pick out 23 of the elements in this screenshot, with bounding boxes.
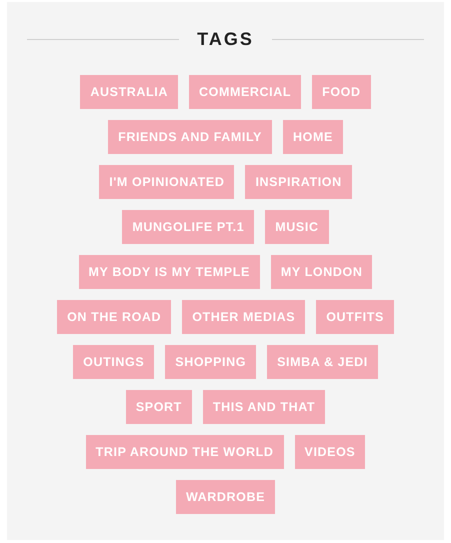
tag-link[interactable]: SIMBA & JEDI [267,345,378,379]
tag-link[interactable]: SHOPPING [165,345,256,379]
tag-link[interactable]: SPORT [126,390,192,424]
tag-link[interactable]: HOME [283,120,343,154]
tag-link[interactable]: WARDROBE [176,480,276,514]
tag-link[interactable]: FRIENDS AND FAMILY [108,120,272,154]
tag-link[interactable]: I'M OPINIONATED [99,165,234,199]
tag-link[interactable]: TRIP AROUND THE WORLD [86,435,284,469]
tag-link[interactable]: OUTFITS [316,300,394,334]
tag-link[interactable]: MY BODY IS MY TEMPLE [78,255,260,289]
tag-link[interactable]: MY LONDON [270,255,372,289]
tag-link[interactable]: FOOD [312,75,371,109]
tag-link[interactable]: ON THE ROAD [57,300,172,334]
tag-link[interactable]: VIDEOS [294,435,366,469]
tag-link[interactable]: MUNGOLIFE PT.1 [122,210,254,244]
tag-link[interactable]: AUSTRALIA [80,75,178,109]
tag-link[interactable]: COMMERCIAL [189,75,302,109]
tag-link[interactable]: INSPIRATION [245,165,352,199]
tag-link[interactable]: OUTINGS [73,345,154,379]
tag-link[interactable]: OTHER MEDIAS [182,300,306,334]
tag-link[interactable]: MUSIC [265,210,329,244]
tag-link[interactable]: THIS AND THAT [202,390,326,424]
section-heading: TAGS [196,28,255,51]
